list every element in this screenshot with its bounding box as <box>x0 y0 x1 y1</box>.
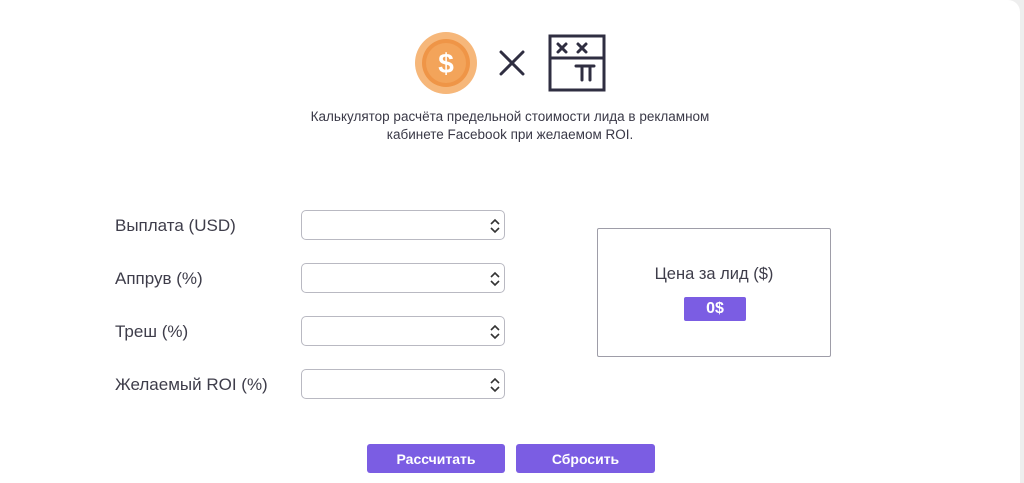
calculate-button[interactable]: Рассчитать <box>367 444 505 473</box>
spinner-arrows-icon[interactable] <box>489 218 501 234</box>
approve-label: Аппрув (%) <box>115 269 203 288</box>
approve-input[interactable] <box>301 263 505 293</box>
result-panel: Цена за лид ($) 0$ <box>597 228 831 357</box>
trash-input[interactable] <box>301 316 505 346</box>
times-icon <box>499 50 525 76</box>
spinner-arrows-icon[interactable] <box>489 324 501 340</box>
trash-row: Треш (%) <box>0 316 560 348</box>
svg-text:$: $ <box>438 48 454 79</box>
approve-row: Аппрув (%) <box>0 263 560 295</box>
spinner-arrows-icon[interactable] <box>489 271 501 287</box>
calculator-card: $ Калькулятор расчёта предельной стоимос… <box>0 0 1020 483</box>
description-line-2: кабинете Facebook при желаемом ROI. <box>386 127 634 142</box>
lead-price-label: Цена за лид ($) <box>654 265 774 283</box>
roi-input[interactable] <box>301 369 505 399</box>
calculator-description: Калькулятор расчёта предельной стоимости… <box>290 108 730 144</box>
description-line-1: Калькулятор расчёта предельной стоимости… <box>310 109 710 124</box>
roi-label: Желаемый ROI (%) <box>115 375 268 394</box>
payout-row: Выплата (USD) <box>0 210 560 242</box>
spinner-arrows-icon[interactable] <box>489 377 501 393</box>
payout-label: Выплата (USD) <box>115 216 236 235</box>
header-logos: $ <box>0 30 1020 96</box>
reset-button[interactable]: Сбросить <box>516 444 655 473</box>
payout-input[interactable] <box>301 210 505 240</box>
roi-row: Желаемый ROI (%) <box>0 369 560 401</box>
trash-label: Треш (%) <box>115 322 189 341</box>
lead-price-value: 0$ <box>684 297 746 321</box>
dollar-coin-icon: $ <box>415 32 477 94</box>
calculator-icon <box>548 34 606 92</box>
